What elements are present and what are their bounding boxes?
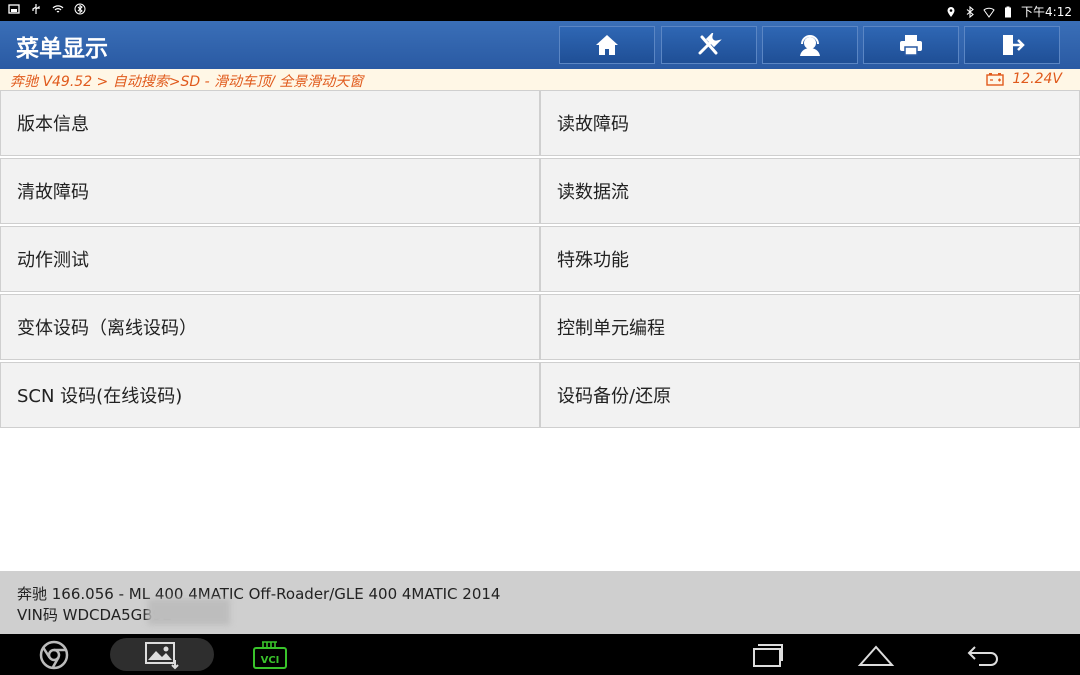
voltage-value: 12.24V bbox=[1012, 71, 1062, 87]
menu-item-read-data-stream[interactable]: 读数据流 bbox=[540, 158, 1080, 224]
menu-item-ecu-programming[interactable]: 控制单元编程 bbox=[540, 294, 1080, 360]
app-header: 菜单显示 bbox=[0, 21, 1080, 69]
wifi-icon bbox=[52, 5, 64, 13]
tools-icon bbox=[698, 33, 722, 55]
status-bar: 下午4:12 bbox=[0, 0, 1080, 21]
bluetooth-icon bbox=[74, 3, 86, 15]
breadcrumb-path: 奔驰 V49.52 > 自动搜索>SD - 滑动车顶/ 全景滑动天窗 bbox=[10, 74, 364, 90]
recent-apps-button[interactable] bbox=[748, 638, 788, 671]
home-nav-icon bbox=[857, 644, 895, 666]
battery-icon bbox=[1005, 6, 1012, 17]
support-button[interactable] bbox=[762, 26, 858, 64]
page-title: 菜单显示 bbox=[16, 36, 108, 62]
browser-button[interactable] bbox=[36, 638, 72, 671]
car-battery-icon bbox=[986, 73, 1005, 86]
vci-icon: VCI bbox=[253, 640, 287, 669]
status-left-icons bbox=[8, 3, 86, 15]
chrome-icon bbox=[39, 640, 69, 669]
vehicle-info-bar: 奔驰 166.056 - ML 400 4MATIC Off-Roader/GL… bbox=[0, 571, 1080, 634]
status-right-icons: 下午4:12 bbox=[945, 3, 1072, 20]
breadcrumb: 奔驰 V49.52 > 自动搜索>SD - 滑动车顶/ 全景滑动天窗 12.24… bbox=[0, 69, 1080, 90]
menu-item-variant-coding[interactable]: 变体设码（离线设码） bbox=[0, 294, 540, 360]
home-nav-button[interactable] bbox=[856, 638, 896, 671]
menu-item-actuation-test[interactable]: 动作测试 bbox=[0, 226, 540, 292]
bluetooth-status-icon bbox=[966, 5, 974, 18]
print-icon bbox=[900, 35, 922, 56]
home-icon bbox=[596, 35, 618, 55]
navigation-bar: VCI bbox=[0, 634, 1080, 675]
location-icon bbox=[947, 6, 955, 17]
support-icon bbox=[800, 35, 820, 56]
menu-item-clear-dtc[interactable]: 清故障码 bbox=[0, 158, 540, 224]
menu-item-scn-coding[interactable]: SCN 设码(在线设码) bbox=[0, 362, 540, 428]
screenshot-icon bbox=[8, 4, 20, 14]
vin-redaction bbox=[148, 599, 230, 625]
print-button[interactable] bbox=[863, 26, 959, 64]
vci-button[interactable]: VCI bbox=[250, 638, 290, 671]
status-time: 下午4:12 bbox=[1021, 5, 1072, 19]
exit-button[interactable] bbox=[964, 26, 1060, 64]
wifi-status-icon bbox=[983, 7, 995, 18]
home-button[interactable] bbox=[559, 26, 655, 64]
tools-button[interactable] bbox=[661, 26, 757, 64]
exit-icon bbox=[1003, 35, 1025, 55]
voltage-indicator: 12.24V bbox=[986, 71, 1062, 87]
menu-item-special-functions[interactable]: 特殊功能 bbox=[540, 226, 1080, 292]
recent-apps-icon bbox=[753, 643, 783, 667]
vci-label: VCI bbox=[261, 655, 280, 666]
menu-item-read-dtc[interactable]: 读故障码 bbox=[540, 90, 1080, 156]
gallery-icon bbox=[145, 641, 179, 669]
back-icon bbox=[967, 645, 998, 666]
usb-icon bbox=[32, 4, 40, 14]
back-button[interactable] bbox=[964, 638, 1004, 671]
vehicle-model: 奔驰 166.056 - ML 400 4MATIC Off-Roader/GL… bbox=[17, 585, 501, 603]
menu-item-version-info[interactable]: 版本信息 bbox=[0, 90, 540, 156]
gallery-button[interactable] bbox=[110, 638, 214, 671]
menu-item-coding-backup-restore[interactable]: 设码备份/还原 bbox=[540, 362, 1080, 428]
